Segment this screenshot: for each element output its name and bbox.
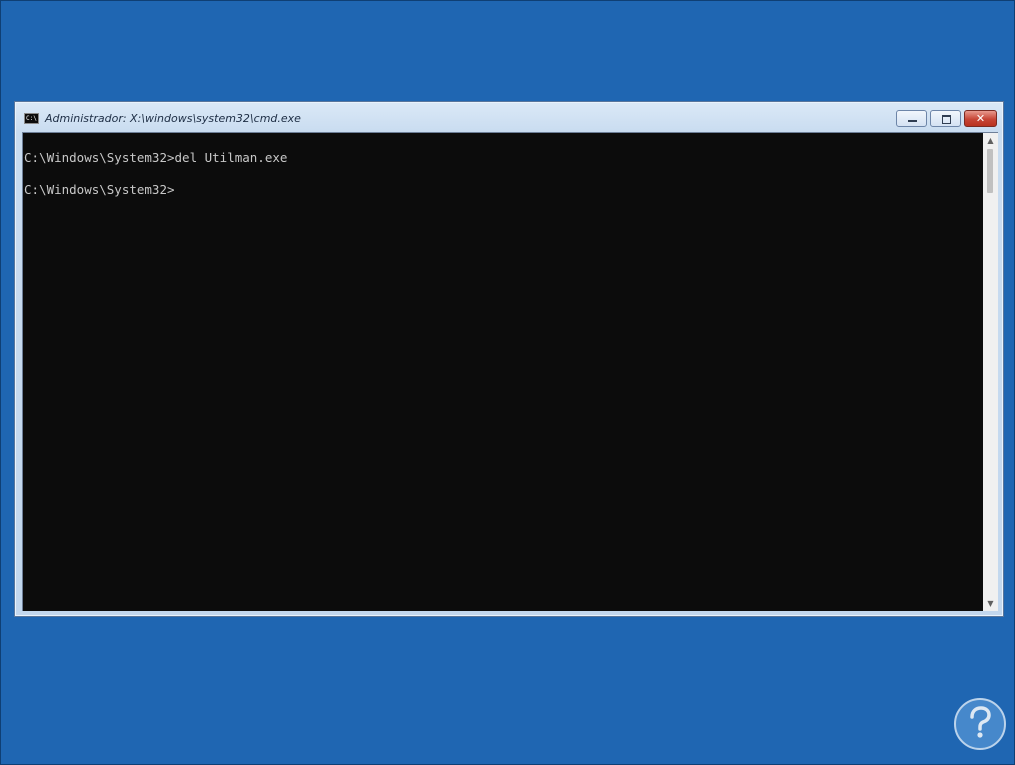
solvetic-logo-icon <box>954 698 1006 750</box>
console-output[interactable]: C:\Windows\System32>del Utilman.exe C:\W… <box>22 132 983 611</box>
console-line: C:\Windows\System32>del Utilman.exe <box>24 150 288 165</box>
close-button[interactable]: ✕ <box>964 110 997 127</box>
scroll-down-icon[interactable]: ▼ <box>983 596 998 611</box>
vertical-scrollbar[interactable]: ▲ ▼ <box>983 132 998 611</box>
console-prompt-line: C:\Windows\System32> <box>24 182 175 197</box>
scroll-up-icon[interactable]: ▲ <box>983 133 998 148</box>
minimize-button[interactable] <box>896 110 927 127</box>
scrollbar-thumb[interactable] <box>987 149 993 193</box>
title-bar[interactable]: C:\ Administrador: X:\windows\system32\c… <box>15 102 1003 131</box>
maximize-button[interactable] <box>930 110 961 127</box>
window-title: Administrador: X:\windows\system32\cmd.e… <box>45 112 301 125</box>
cmd-icon: C:\ <box>24 113 39 124</box>
cmd-window[interactable]: C:\ Administrador: X:\windows\system32\c… <box>14 101 1004 617</box>
maximize-icon <box>942 115 951 124</box>
close-icon: ✕ <box>975 112 986 125</box>
caption-buttons: ✕ <box>896 110 997 128</box>
minimize-icon <box>908 120 917 122</box>
